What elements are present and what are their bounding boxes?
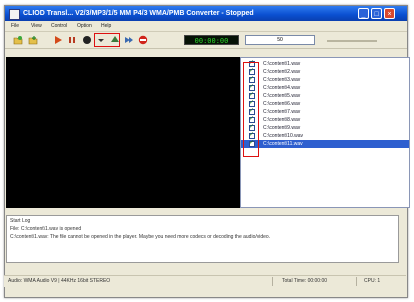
- menu-help[interactable]: Help: [101, 22, 111, 30]
- title-bar[interactable]: CLIOD Transl... V2/3/MP3/1/5 MM P4/3 WMA…: [5, 6, 407, 21]
- stop-icon[interactable]: [82, 35, 92, 45]
- forward-icon[interactable]: [124, 35, 134, 45]
- close-button[interactable]: ×: [384, 8, 395, 19]
- menu-control[interactable]: Control: [51, 22, 67, 30]
- list-item-selected[interactable]: C:\content\11.wav: [241, 139, 409, 148]
- status-separator: [272, 277, 273, 286]
- pause-icon[interactable]: [67, 35, 77, 45]
- log-line: C:\content\1.wav: The file cannot be ope…: [10, 234, 271, 240]
- total-time: Total Time: 00:00:00: [282, 278, 328, 284]
- status-separator: [356, 277, 357, 286]
- list-item[interactable]: C:\content\6.wav: [241, 99, 409, 108]
- app-icon: [9, 9, 20, 20]
- list-item[interactable]: C:\content\1.wav: [241, 59, 409, 68]
- maximize-button[interactable]: □: [371, 8, 382, 19]
- menu-option[interactable]: Option: [77, 22, 92, 30]
- status-info: Audio: WMA Audio V9 | 44KHz 16bit STEREO: [8, 278, 111, 284]
- time-display: 00:00:00: [184, 35, 239, 45]
- add-folder-icon[interactable]: [28, 35, 38, 45]
- list-item[interactable]: C:\content\9.wav: [241, 123, 409, 132]
- file-list[interactable]: C:\content\1.wav C:\content\2.wav C:\con…: [240, 57, 410, 208]
- status-bar: Audio: WMA Audio V9 | 44KHz 16bit STEREO…: [4, 275, 406, 287]
- volume-slider[interactable]: [327, 40, 377, 42]
- log-line: File: C:\content\1.wav is opened: [10, 226, 82, 232]
- menu-view[interactable]: View: [31, 22, 42, 30]
- list-item[interactable]: C:\content\7.wav: [241, 107, 409, 116]
- log-line: Start Log: [10, 218, 31, 224]
- stop-button-highlight: [94, 33, 120, 47]
- list-item[interactable]: C:\content\3.wav: [241, 75, 409, 84]
- quality-combo[interactable]: 50: [245, 35, 315, 45]
- minimize-button[interactable]: _: [358, 8, 369, 19]
- list-item[interactable]: C:\content\10.wav: [241, 131, 409, 140]
- toolbar: 00:00:00 50: [5, 32, 407, 49]
- list-item[interactable]: C:\content\5.wav: [241, 91, 409, 100]
- video-preview: [6, 57, 241, 208]
- log-panel: Start Log File: C:\content\1.wav is open…: [6, 215, 399, 263]
- checkbox-column-highlight: [243, 62, 259, 157]
- no-entry-icon[interactable]: [138, 35, 148, 45]
- cpu-usage: CPU: 1: [364, 278, 381, 284]
- list-item[interactable]: C:\content\2.wav: [241, 67, 409, 76]
- list-item[interactable]: C:\content\8.wav: [241, 115, 409, 124]
- menu-file[interactable]: File: [11, 22, 19, 30]
- menu-bar: File View Control Option Help: [5, 21, 407, 32]
- play-icon[interactable]: [53, 35, 63, 45]
- window-title: CLIOD Transl... V2/3/MP3/1/5 MM P4/3 WMA…: [23, 10, 254, 17]
- list-item[interactable]: C:\content\4.wav: [241, 83, 409, 92]
- open-file-icon[interactable]: [13, 35, 23, 45]
